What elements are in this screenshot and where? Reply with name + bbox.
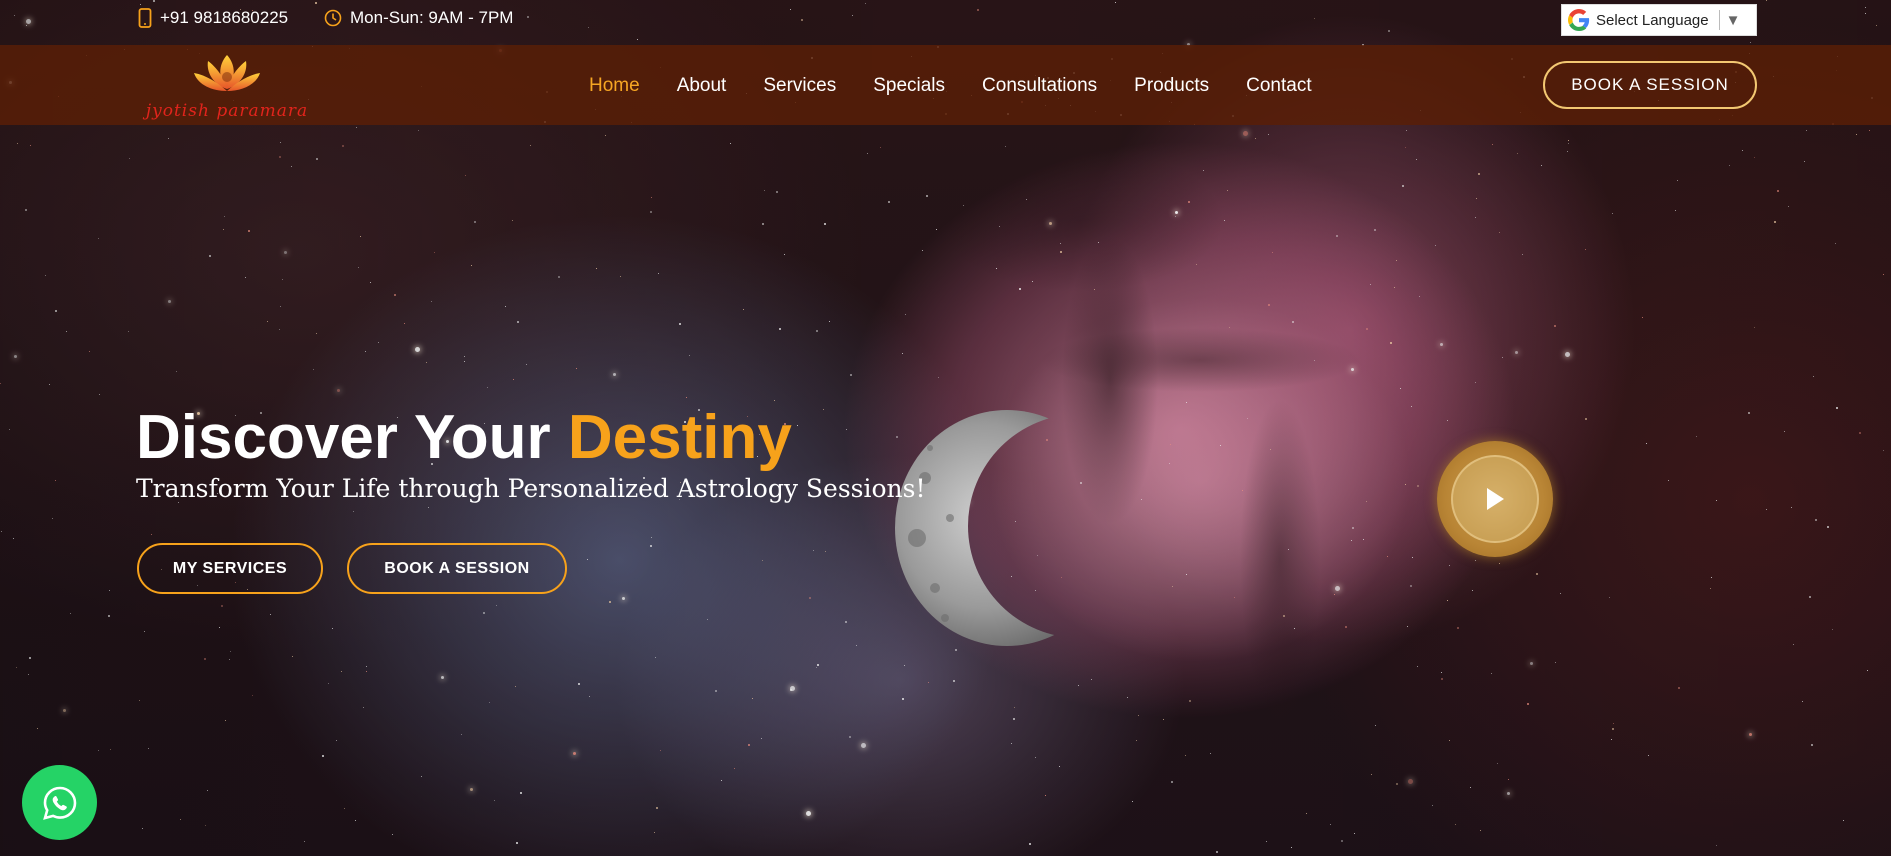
play-icon (1487, 488, 1504, 510)
business-hours: Mon-Sun: 9AM - 7PM (324, 8, 513, 28)
mobile-phone-icon (138, 8, 152, 28)
whatsapp-chat-button[interactable] (22, 765, 97, 840)
language-select-label: Select Language (1596, 11, 1709, 29)
whatsapp-icon (42, 786, 76, 820)
book-session-hero-button[interactable]: BOOK A SESSION (347, 543, 567, 594)
phone-number[interactable]: +91 9818680225 (160, 8, 288, 28)
google-g-icon (1568, 9, 1590, 31)
hero-title: Discover Your Destiny (136, 402, 792, 473)
nav-contact[interactable]: Contact (1246, 75, 1311, 97)
lotus-logo-icon (194, 55, 260, 91)
dropdown-arrow-icon: ▼ (1725, 11, 1741, 29)
hero-title-accent: Destiny (567, 403, 792, 472)
nav-services[interactable]: Services (763, 75, 836, 97)
hours-text: Mon-Sun: 9AM - 7PM (350, 8, 514, 27)
top-bar: +91 9818680225 Mon-Sun: 9AM - 7PM Select… (0, 0, 1891, 45)
nav-products[interactable]: Products (1134, 75, 1209, 97)
phone-contact[interactable]: +91 9818680225 (138, 8, 288, 28)
nav-specials[interactable]: Specials (873, 75, 945, 97)
hero-title-main: Discover Your (136, 403, 551, 472)
crescent-moon-image (895, 410, 1095, 646)
site-logo[interactable]: jyotish paramara (142, 51, 312, 121)
my-services-button[interactable]: MY SERVICES (137, 543, 323, 594)
hero-subtitle: Transform Your Life through Personalized… (136, 474, 926, 503)
nav-home[interactable]: Home (589, 75, 640, 97)
play-button-inner (1451, 455, 1539, 543)
nav-about[interactable]: About (677, 75, 727, 97)
main-navbar: jyotish paramara Home About Services Spe… (0, 45, 1891, 125)
video-play-button[interactable] (1437, 441, 1553, 557)
primary-nav: Home About Services Specials Consultatio… (589, 75, 1312, 97)
clock-icon (324, 9, 342, 27)
language-select[interactable]: Select Language ▼ (1561, 4, 1757, 36)
divider (1718, 10, 1720, 30)
nav-consultations[interactable]: Consultations (982, 75, 1097, 97)
book-session-nav-button[interactable]: BOOK A SESSION (1543, 61, 1757, 109)
logo-text: jyotish paramara (145, 101, 309, 121)
